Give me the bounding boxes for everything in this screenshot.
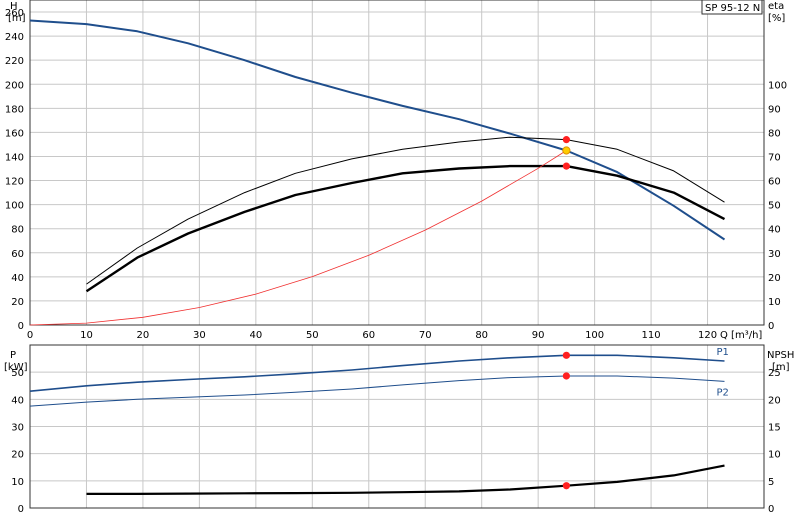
bottom-operating-point	[562, 482, 570, 490]
x-axis-label: Q [m³/h]	[720, 330, 762, 341]
x-tick-label: 0	[27, 330, 33, 341]
right-tick-label: 60	[768, 177, 781, 188]
top-series	[29, 19, 726, 326]
left-tick-label: 140	[5, 152, 24, 163]
bottom-right-tick-label: 0	[768, 504, 774, 515]
right-tick-label: 90	[768, 104, 781, 115]
bottom-left-tick-label: 0	[18, 504, 24, 515]
left-tick-label: 220	[5, 56, 24, 67]
top-eta-total-line	[86, 136, 725, 285]
x-tick-label: 30	[193, 330, 206, 341]
left-tick-label: 240	[5, 32, 24, 43]
x-tick-label: 90	[532, 330, 545, 341]
bottom-right-tick-label: 15	[768, 423, 781, 434]
left-tick-label: 160	[5, 128, 24, 139]
top-right-axis-title: eta	[768, 1, 784, 12]
left-tick-label: 80	[11, 225, 24, 236]
right-tick-label: 100	[768, 80, 787, 91]
series-label-P1: P1	[716, 347, 728, 358]
x-tick-label: 100	[585, 330, 604, 341]
bottom-series: P1 P2	[29, 347, 729, 495]
pump-chart-svg: H [m] eta [%] SP 95-12 N Q [m³/h] 020406…	[4, 0, 794, 515]
pump-label: SP 95-12 N	[705, 3, 760, 14]
bottom-right-tick-label: 25	[768, 368, 781, 379]
left-tick-label: 0	[18, 321, 24, 332]
left-tick-label: 180	[5, 104, 24, 115]
right-tick-label: 70	[768, 152, 781, 163]
right-tick-label: 20	[768, 273, 781, 284]
bottom-P1-line	[29, 354, 725, 392]
right-tick-label: 10	[768, 297, 781, 308]
top-operating-point	[562, 162, 570, 170]
x-tick-label: 70	[419, 330, 432, 341]
x-tick-label: 40	[249, 330, 262, 341]
bottom-right-axis-title: NPSH	[767, 350, 794, 361]
left-tick-label: 100	[5, 201, 24, 212]
bottom-npsh-line	[86, 464, 725, 495]
bottom-left-tick-label: 30	[11, 423, 24, 434]
left-tick-label: 60	[11, 249, 24, 260]
bottom-P2-line	[29, 375, 725, 407]
series-label-P2: P2	[716, 387, 728, 398]
right-tick-label: 80	[768, 128, 781, 139]
bottom-right-tick-label: 20	[768, 395, 781, 406]
bottom-operating-point	[562, 372, 570, 380]
pump-curve-chart: H [m] eta [%] SP 95-12 N Q [m³/h] 0 20 40 6…	[0, 0, 800, 520]
x-tick-label: 10	[80, 330, 93, 341]
bottom-left-tick-label: 40	[11, 395, 24, 406]
top-right-axis-unit: [%]	[768, 13, 785, 24]
top-operating-point	[562, 136, 570, 144]
top-plot-frame	[29, 0, 765, 326]
bottom-operating-point	[562, 351, 570, 359]
bottom-grid	[29, 345, 764, 509]
bottom-right-tick-label: 5	[768, 477, 774, 488]
x-tick-label: 80	[475, 330, 488, 341]
x-tick-label: 20	[137, 330, 150, 341]
bottom-left-tick-label: 10	[11, 477, 24, 488]
left-tick-label: 40	[11, 273, 24, 284]
top-grid	[29, 0, 764, 326]
right-tick-label: 30	[768, 249, 781, 260]
bottom-left-axis-title: P	[10, 350, 16, 361]
x-tick-label: 60	[362, 330, 375, 341]
x-tick-label: 50	[306, 330, 319, 341]
top-head-line	[29, 19, 726, 241]
right-tick-label: 40	[768, 225, 781, 236]
left-tick-label: 260	[5, 8, 24, 19]
right-tick-label: 50	[768, 201, 781, 212]
x-tick-label: 110	[642, 330, 661, 341]
top-operating-point	[562, 146, 571, 155]
bottom-left-tick-label: 50	[11, 368, 24, 379]
bottom-right-tick-label: 10	[768, 450, 781, 461]
top-system-curve-line	[29, 150, 567, 326]
left-tick-label: 200	[5, 80, 24, 91]
x-tick-label: 120	[698, 330, 717, 341]
right-tick-label: 0	[768, 321, 774, 332]
bottom-left-tick-label: 20	[11, 450, 24, 461]
left-tick-label: 120	[5, 177, 24, 188]
left-tick-label: 20	[11, 297, 24, 308]
